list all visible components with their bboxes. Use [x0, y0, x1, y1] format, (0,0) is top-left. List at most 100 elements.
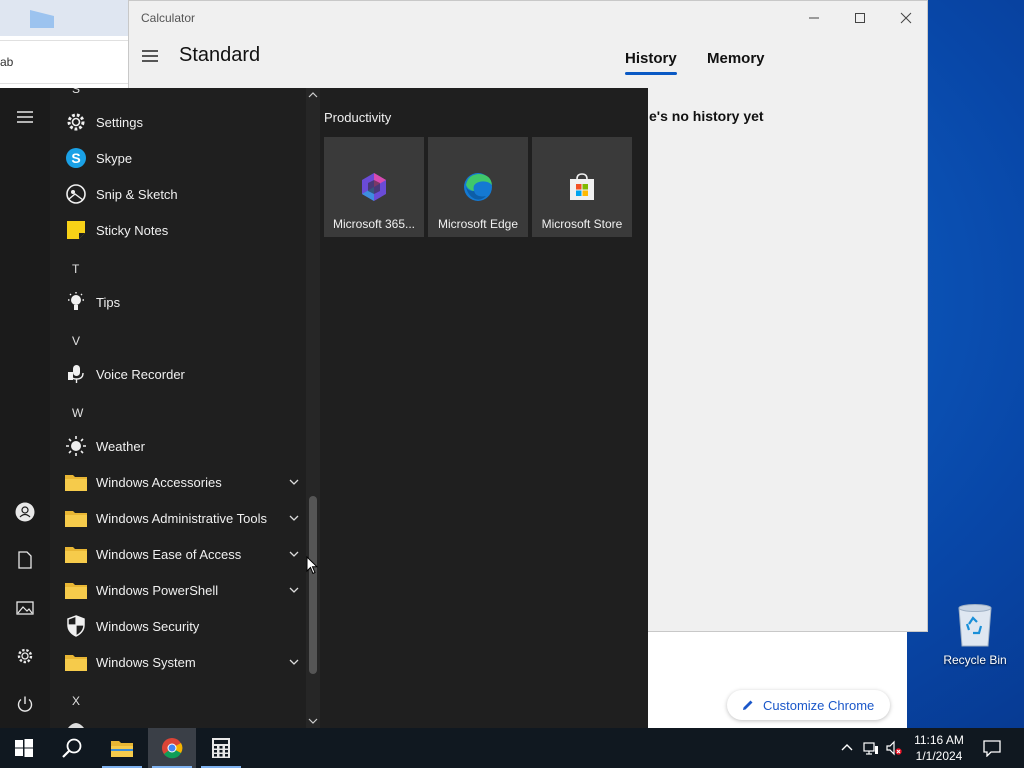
taskbar: 11:16 AM 1/1/2024: [0, 728, 1024, 768]
power-button[interactable]: [13, 692, 37, 716]
window-title: Calculator: [141, 11, 196, 25]
minimize-button[interactable]: [791, 1, 837, 35]
app-windows-security[interactable]: Windows Security: [50, 608, 306, 644]
start-expand-button[interactable]: [13, 105, 37, 129]
letter-header-v[interactable]: V: [72, 334, 80, 348]
notification-center-icon[interactable]: [983, 739, 1001, 757]
app-windows-powershell[interactable]: Windows PowerShell: [50, 572, 306, 608]
app-weather[interactable]: Weather: [50, 428, 306, 464]
app-label: Skype: [96, 151, 133, 166]
app-label: Windows Ease of Access: [96, 547, 242, 562]
document-icon: [18, 551, 32, 569]
chevron-down-icon[interactable]: [308, 716, 318, 726]
tab-favicon-icon: [30, 10, 54, 28]
calculator-icon: [212, 738, 230, 758]
chevron-up-icon[interactable]: [839, 740, 855, 756]
calculator-header: Standard History Memory: [129, 35, 927, 79]
chevron-down-icon[interactable]: [288, 584, 300, 596]
customize-chrome-button[interactable]: Customize Chrome: [727, 690, 890, 720]
gear-icon: [64, 110, 88, 134]
chevron-down-icon[interactable]: [288, 548, 300, 560]
tab-history[interactable]: History: [625, 50, 677, 75]
maximize-button[interactable]: [837, 1, 883, 35]
volume-muted-icon[interactable]: [886, 740, 902, 756]
browser-tab-strip: [0, 0, 130, 36]
app-list-scrollbar[interactable]: [306, 88, 320, 728]
settings-rail-button[interactable]: [13, 644, 37, 668]
address-text: ab: [0, 55, 14, 69]
tile-label: Microsoft Edge: [437, 217, 519, 231]
microsoft-365-icon: [362, 173, 386, 201]
calculator-titlebar[interactable]: Calculator: [129, 1, 927, 35]
chevron-down-icon[interactable]: [288, 512, 300, 524]
calculator-mode-title: Standard: [179, 44, 261, 66]
letter-header-w[interactable]: W: [72, 406, 83, 420]
microphone-icon: [64, 362, 88, 386]
app-label: Snip & Sketch: [96, 187, 178, 202]
recycle-bin[interactable]: Recycle Bin: [940, 600, 1010, 670]
shield-icon: [64, 614, 88, 638]
letter-header-x[interactable]: X: [72, 694, 80, 708]
edge-icon: [464, 173, 492, 201]
folder-icon: [64, 650, 88, 674]
history-empty-message: e's no history yet: [649, 108, 764, 124]
chevron-up-icon[interactable]: [308, 90, 318, 100]
tiles-group-title[interactable]: Productivity: [324, 110, 391, 125]
tab-memory[interactable]: Memory: [707, 50, 765, 67]
app-windows-ease-of-access[interactable]: Windows Ease of Access: [50, 536, 306, 572]
app-list[interactable]: S Settings S Skype Snip & Sketch Sticky …: [50, 88, 306, 728]
gear-icon: [17, 648, 33, 664]
tile-microsoft-store[interactable]: Microsoft Store: [532, 137, 632, 237]
tile-microsoft-365[interactable]: Microsoft 365...: [324, 137, 424, 237]
app-snip-sketch[interactable]: Snip & Sketch: [50, 176, 306, 212]
system-clock[interactable]: 11:16 AM 1/1/2024: [908, 732, 970, 764]
file-explorer-button[interactable]: [98, 728, 146, 768]
app-label: Weather: [96, 439, 145, 454]
start-button[interactable]: [0, 728, 48, 768]
app-label: Sticky Notes: [96, 223, 169, 238]
chrome-button[interactable]: [148, 728, 196, 768]
app-label: Settings: [96, 115, 143, 130]
customize-chrome-label: Customize Chrome: [763, 697, 875, 713]
close-icon: [900, 12, 912, 24]
user-account-button[interactable]: [13, 500, 37, 524]
xbox-icon: [68, 723, 84, 728]
chevron-down-icon[interactable]: [288, 476, 300, 488]
tile-microsoft-edge[interactable]: Microsoft Edge: [428, 137, 528, 237]
folder-icon: [64, 506, 88, 530]
svg-text:S: S: [71, 150, 80, 166]
app-voice-recorder[interactable]: Voice Recorder: [50, 356, 306, 392]
scroll-thumb[interactable]: [309, 496, 317, 674]
app-sticky-notes[interactable]: Sticky Notes: [50, 212, 306, 248]
app-tips[interactable]: Tips: [50, 284, 306, 320]
letter-header-t[interactable]: T: [72, 262, 79, 276]
file-explorer-icon: [111, 741, 133, 757]
hamburger-menu-icon[interactable]: [139, 45, 161, 67]
app-label: Windows System: [96, 655, 196, 670]
chevron-down-icon[interactable]: [288, 656, 300, 668]
sticky-notes-icon: [64, 218, 88, 242]
app-skype[interactable]: S Skype: [50, 140, 306, 176]
app-windows-accessories[interactable]: Windows Accessories: [50, 464, 306, 500]
sun-icon: [64, 434, 88, 458]
browser-page-area: [648, 634, 907, 736]
network-icon[interactable]: [863, 740, 879, 756]
app-label: Voice Recorder: [96, 367, 185, 382]
app-windows-administrative-tools[interactable]: Windows Administrative Tools: [50, 500, 306, 536]
search-button[interactable]: [48, 728, 96, 768]
letter-header-s[interactable]: S: [72, 88, 80, 96]
chrome-icon: [162, 738, 183, 759]
app-windows-system[interactable]: Windows System: [50, 644, 306, 680]
app-label: Windows Administrative Tools: [96, 511, 267, 526]
calculator-taskbar-button[interactable]: [197, 728, 245, 768]
user-icon: [15, 502, 35, 522]
documents-button[interactable]: [13, 548, 37, 572]
recycle-bin-icon: [958, 604, 992, 647]
pictures-button[interactable]: [13, 596, 37, 620]
minimize-icon: [809, 17, 819, 19]
folder-icon: [64, 470, 88, 494]
address-bar[interactable]: ab: [0, 40, 128, 84]
app-settings[interactable]: Settings: [50, 104, 306, 140]
close-button[interactable]: [883, 1, 929, 35]
app-label: Windows Accessories: [96, 475, 222, 490]
